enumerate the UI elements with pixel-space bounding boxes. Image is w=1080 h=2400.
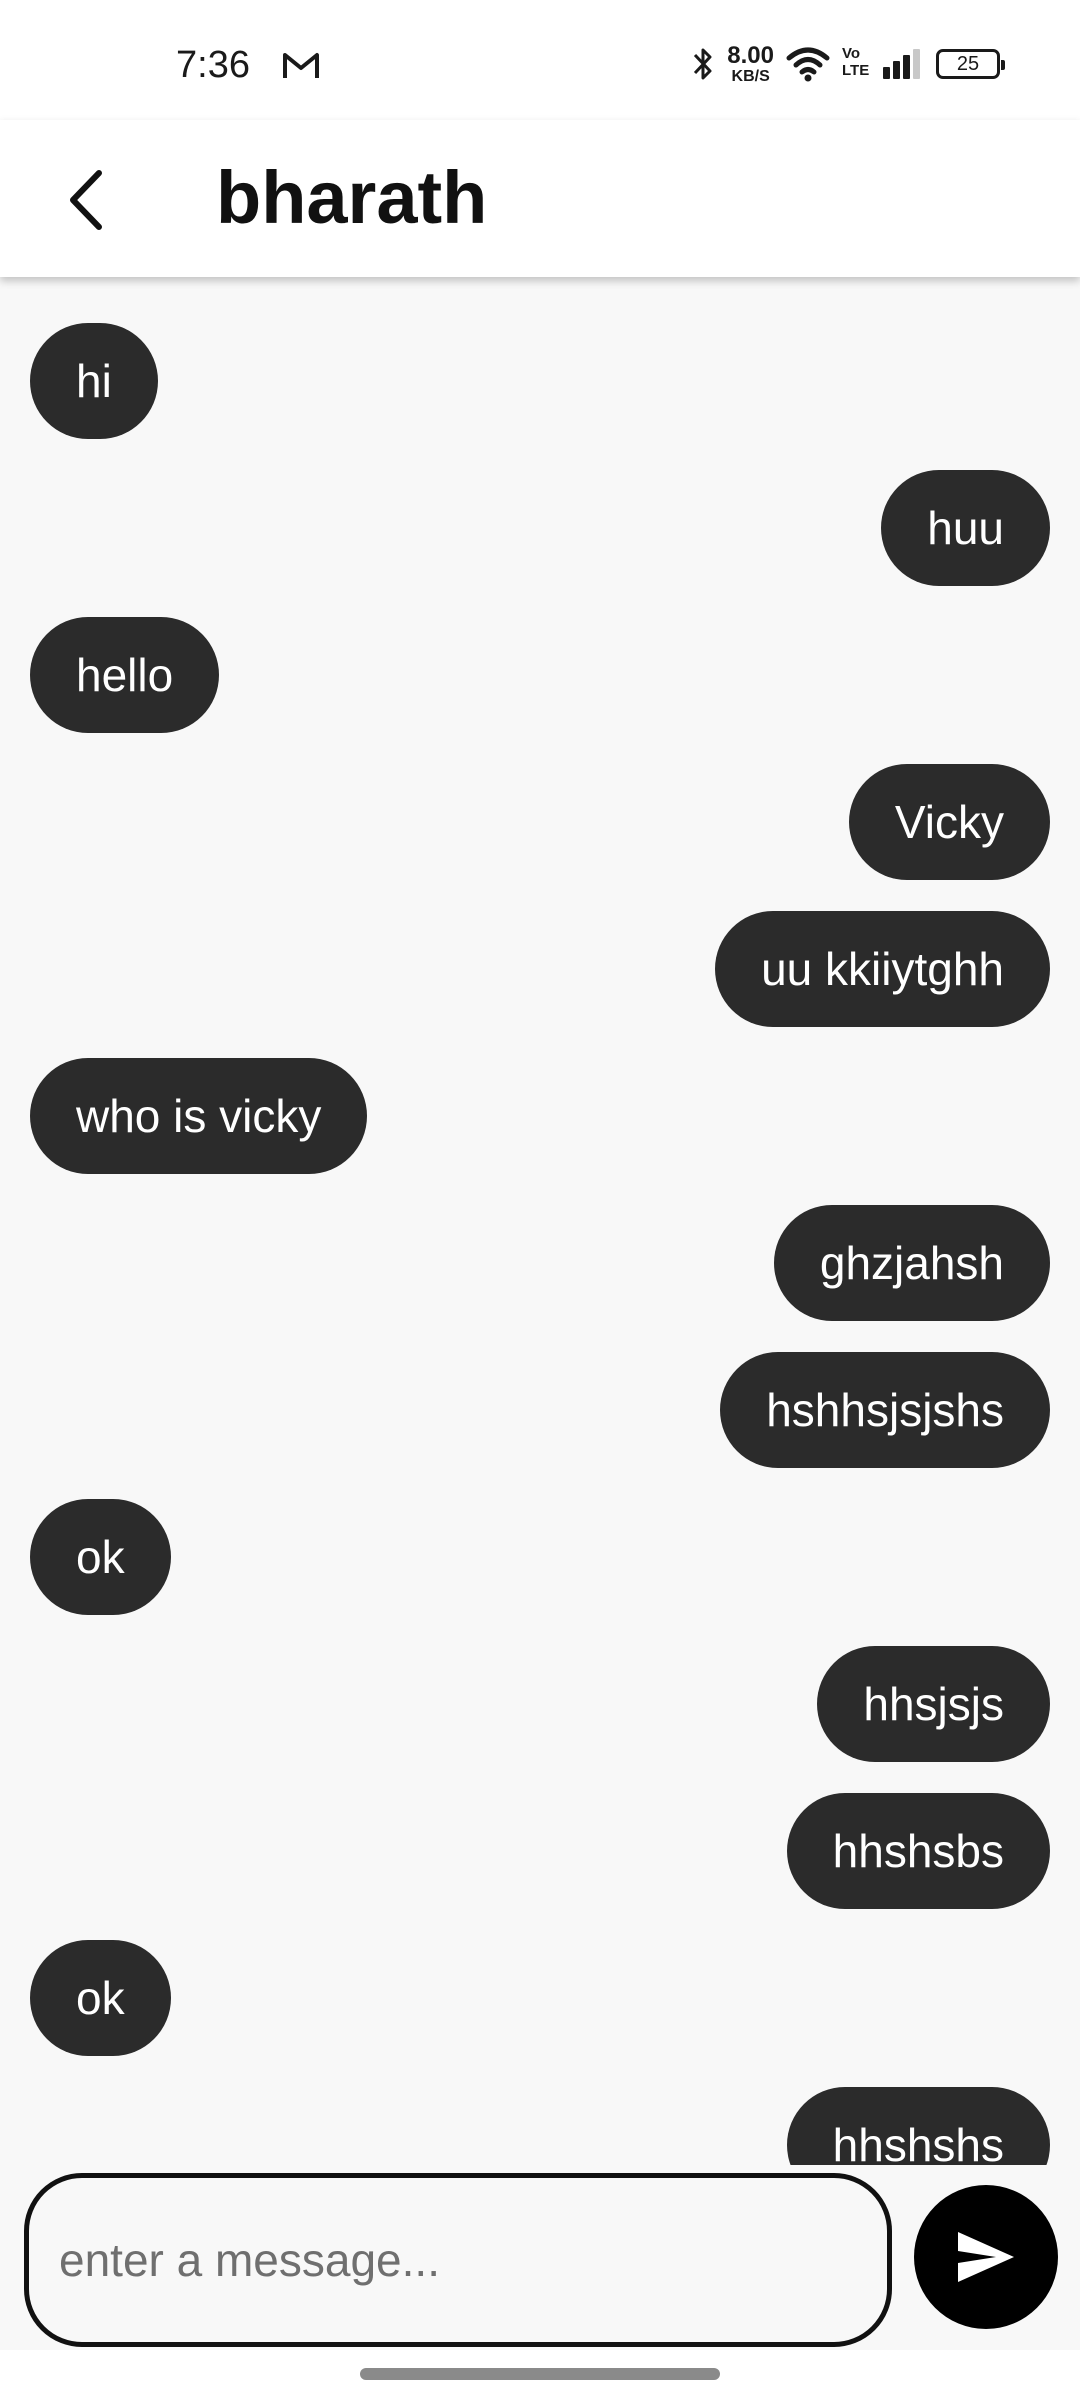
battery-level: 25 xyxy=(956,52,980,75)
message-bubble-received[interactable]: ok xyxy=(30,1499,171,1615)
send-button[interactable] xyxy=(914,2185,1058,2329)
volte-icon: Vo LTE xyxy=(842,45,870,83)
status-time: 7:36 xyxy=(176,44,250,86)
bluetooth-icon xyxy=(694,48,712,80)
message-bubble-received[interactable]: who is vicky xyxy=(30,1058,368,1174)
back-button[interactable] xyxy=(46,160,126,240)
chat-title: bharath xyxy=(216,156,488,239)
composer xyxy=(0,2165,1080,2350)
network-speed-unit: KB/S xyxy=(731,67,770,85)
home-indicator[interactable] xyxy=(360,2368,720,2380)
volte-top-label: Vo xyxy=(842,45,861,62)
signal-icon xyxy=(883,49,920,79)
message-bubble-sent[interactable]: ghzjahsh xyxy=(773,1205,1050,1321)
chat-screen: 7:36 8.00 KB/S Vo LTE 25 bharath hi huu … xyxy=(0,0,1080,2400)
network-speed: 8.00 KB/S xyxy=(727,41,774,85)
status-bar: 7:36 8.00 KB/S Vo LTE 25 xyxy=(0,0,1080,120)
message-bubble-sent[interactable]: hshhsjsjshs xyxy=(720,1352,1050,1468)
message-bubble-received[interactable]: hi xyxy=(30,323,158,439)
network-speed-value: 8.00 xyxy=(727,41,774,69)
message-bubble-sent[interactable]: uu kkiiytghh xyxy=(715,911,1050,1027)
app-bar: bharath xyxy=(0,120,1080,277)
status-icons: 8.00 KB/S Vo LTE 25 xyxy=(691,41,1005,86)
message-bubble-sent[interactable]: hhshshs xyxy=(786,2087,1050,2165)
volte-bottom-label: LTE xyxy=(842,62,870,79)
navigation-bar xyxy=(0,2350,1080,2400)
wifi-icon xyxy=(786,47,830,82)
message-bubble-sent[interactable]: huu xyxy=(881,470,1050,586)
gmail-icon xyxy=(283,53,319,78)
message-input[interactable] xyxy=(24,2173,892,2347)
message-bubble-received[interactable]: hello xyxy=(30,617,220,733)
battery-icon: 25 xyxy=(936,49,1005,79)
message-bubble-sent[interactable]: hhshsbs xyxy=(786,1793,1050,1909)
chevron-left-icon xyxy=(70,170,102,230)
message-bubble-received[interactable]: ok xyxy=(30,1940,171,2056)
send-icon xyxy=(958,2232,1014,2282)
message-bubble-sent[interactable]: hhsjsjs xyxy=(817,1646,1050,1762)
message-list[interactable]: hi huu hello Vicky uu kkiiytghh who is vicky g… xyxy=(0,277,1080,2165)
message-bubble-sent[interactable]: Vicky xyxy=(848,764,1050,880)
